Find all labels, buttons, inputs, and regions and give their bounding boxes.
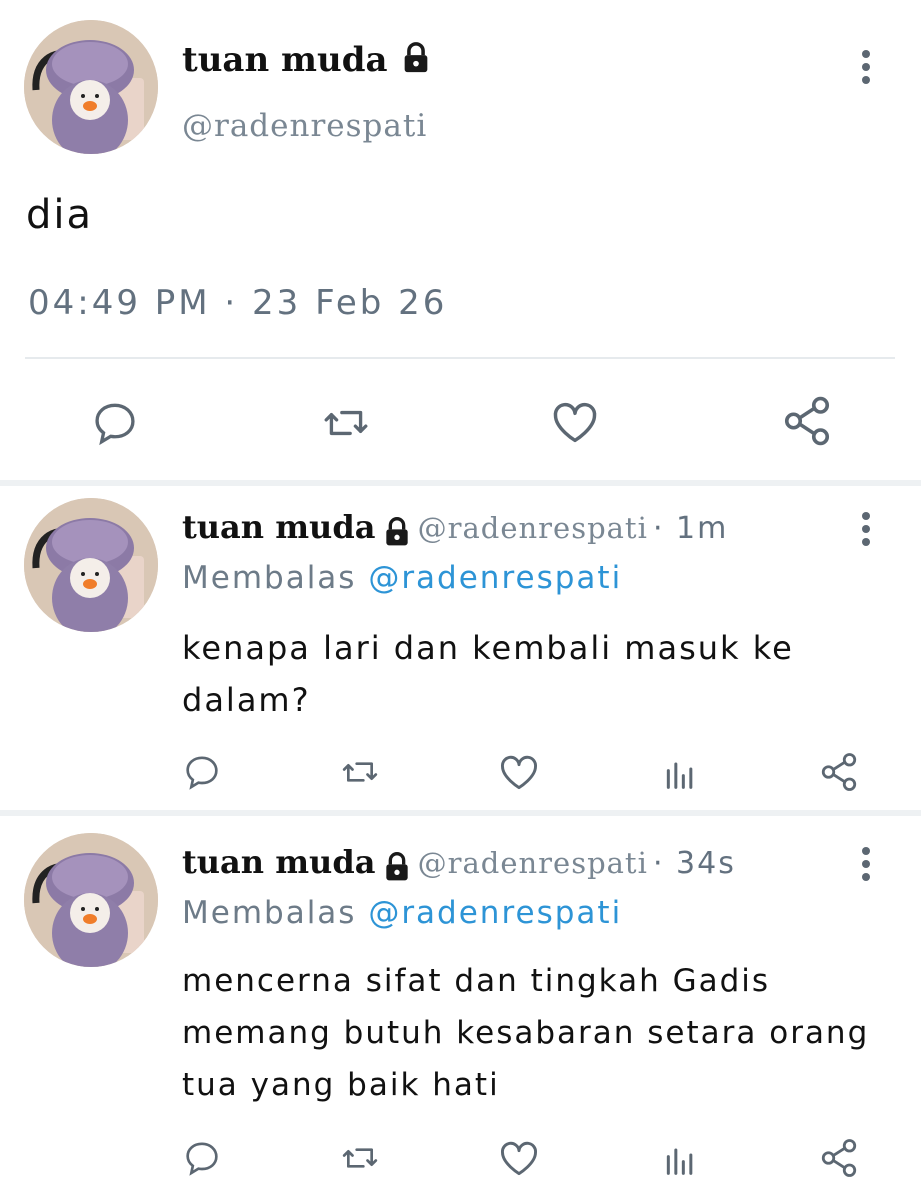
display-name[interactable]: tuan muda (182, 40, 433, 84)
more-options-icon[interactable] (862, 512, 872, 551)
reply-text-line: kenapa lari dan kembali masuk ke (182, 629, 794, 667)
retweet-icon[interactable] (318, 398, 374, 448)
analytics-icon[interactable] (660, 1140, 700, 1180)
retweet-icon[interactable] (336, 752, 384, 792)
reply-icon[interactable] (90, 398, 140, 448)
retweet-icon[interactable] (336, 1138, 384, 1178)
handle[interactable]: @radenrespati (182, 108, 427, 144)
tweet-text: dia (26, 192, 94, 238)
section-divider (0, 480, 921, 486)
lock-icon (399, 41, 433, 84)
reply-text: mencerna sifat dan tingkah Gadis memang … (182, 955, 869, 1111)
handle[interactable]: @radenrespati (418, 846, 648, 880)
timestamp[interactable]: 04:49 PM · 23 Feb 26 (28, 283, 447, 323)
reply-text-line: memang butuh kesabaran setara orang (182, 1015, 870, 1051)
more-options-icon[interactable] (862, 50, 872, 89)
analytics-icon[interactable] (660, 754, 700, 794)
display-name[interactable]: tuan muda (182, 843, 375, 881)
replying-to-label: Membalas (182, 560, 357, 596)
lock-icon (381, 851, 413, 887)
relative-time: · 1m (652, 511, 729, 546)
mention-link[interactable]: @radenrespati (368, 895, 622, 931)
like-icon[interactable] (548, 396, 602, 448)
share-icon[interactable] (818, 1136, 860, 1180)
replying-to-label: Membalas (182, 895, 357, 931)
reply-header: tuan muda @radenrespati · 34s (182, 843, 736, 887)
reply-text-line: tua yang baik hati (182, 1067, 500, 1103)
more-options-icon[interactable] (862, 847, 872, 886)
divider (25, 357, 895, 359)
avatar-image (24, 20, 158, 154)
relative-time: · 34s (652, 846, 736, 881)
reply-header: tuan muda @radenrespati · 1m (182, 508, 728, 552)
mention-link[interactable]: @radenrespati (368, 560, 622, 596)
reply-text: kenapa lari dan kembali masuk ke dalam? (182, 622, 794, 726)
avatar[interactable] (24, 20, 158, 154)
like-icon[interactable] (496, 750, 542, 794)
avatar-image (24, 498, 158, 632)
reply-text-line: dalam? (182, 681, 311, 719)
avatar-image (24, 833, 158, 967)
share-icon[interactable] (780, 394, 834, 448)
like-icon[interactable] (496, 1136, 542, 1180)
reply-icon[interactable] (180, 1138, 224, 1178)
avatar[interactable] (24, 833, 158, 967)
section-divider (0, 810, 921, 816)
display-name[interactable]: tuan muda (182, 508, 375, 546)
replying-to: Membalas @radenrespati (182, 895, 622, 931)
replying-to: Membalas @radenrespati (182, 560, 622, 596)
reply-icon[interactable] (180, 752, 224, 792)
lock-icon (381, 516, 413, 552)
share-icon[interactable] (818, 750, 860, 794)
handle[interactable]: @radenrespati (418, 511, 648, 545)
reply-text-line: mencerna sifat dan tingkah Gadis (182, 963, 771, 999)
avatar[interactable] (24, 498, 158, 632)
display-name-text[interactable]: tuan muda (182, 40, 388, 80)
